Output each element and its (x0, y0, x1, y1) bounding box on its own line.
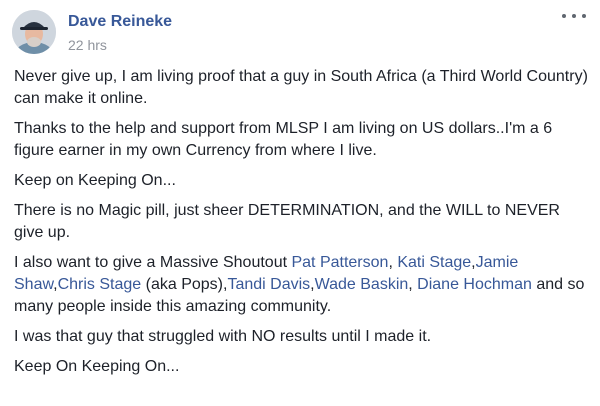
author-avatar[interactable] (12, 10, 56, 54)
mention-link[interactable]: Chris Stage (58, 276, 142, 293)
mention-link[interactable]: Pat Patterson (291, 254, 388, 271)
author-name[interactable]: Dave Reineke (68, 13, 172, 31)
post-paragraph: Thanks to the help and support from MLSP… (14, 120, 553, 159)
text-fragment: (aka Pops), (141, 276, 228, 293)
mention-link[interactable]: Diane Hochman (417, 276, 532, 293)
post-paragraph: Keep On Keeping On... (14, 358, 180, 375)
text-fragment: , (408, 276, 418, 293)
post-body: Never give up, I am living proof that a … (14, 66, 590, 386)
post-paragraph: I was that guy that struggled with NO re… (14, 328, 432, 345)
post-timestamp[interactable]: 22 hrs (68, 37, 107, 53)
mention-link[interactable]: Wade Baskin (315, 276, 409, 293)
post-paragraph: Keep on Keeping On... (14, 172, 176, 189)
post-paragraph: Never give up, I am living proof that a … (14, 68, 588, 107)
dot (562, 14, 566, 18)
mention-link[interactable]: Kati Stage (397, 254, 471, 271)
dot (582, 14, 586, 18)
avatar-photo (12, 10, 56, 54)
post-paragraph: There is no Magic pill, just sheer DETER… (14, 202, 560, 241)
dot (572, 14, 576, 18)
post-paragraph-shoutout: I also want to give a Massive Shoutout P… (14, 252, 590, 318)
text-fragment: , (388, 254, 398, 271)
ellipsis-icon[interactable] (562, 8, 586, 24)
text-fragment: I also want to give a Massive Shoutout (14, 254, 292, 271)
mention-link[interactable]: Tandi Davis (227, 276, 310, 293)
